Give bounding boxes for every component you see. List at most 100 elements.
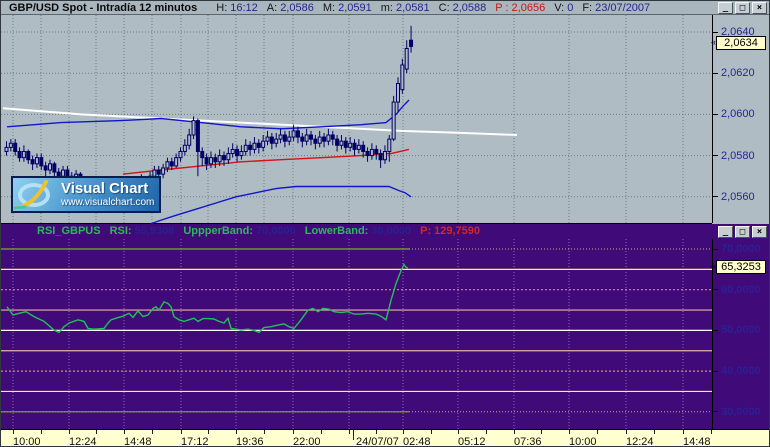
time-label: 07:36	[514, 436, 542, 447]
field-value-alert: 2,0656	[511, 2, 546, 14]
price-chart[interactable]: Visual Chart www.visualchart.com	[1, 15, 712, 224]
candle	[26, 150, 31, 161]
time-axis[interactable]: 10:00 12:24 14:48 17:12 19:36 22:00 24/07/07 02…	[1, 429, 769, 447]
axis-tick	[713, 329, 718, 331]
session-divider-tick	[353, 430, 354, 440]
price-titlebar[interactable]: GBP/USD Spot - Intradía 12 minutos H: 16:1…	[1, 1, 769, 15]
candle	[252, 142, 257, 150]
candle	[269, 136, 274, 144]
candle	[322, 136, 327, 142]
time-tick	[208, 430, 209, 434]
candle	[8, 142, 13, 148]
candle	[204, 157, 209, 165]
time-tick	[403, 430, 404, 434]
field-label: LowerBand:	[304, 225, 369, 237]
field-label-alert: P:	[420, 225, 432, 237]
rsi-indicator-name: RSI_GBPUS	[37, 225, 101, 237]
axis-tick-label: 2,0560	[721, 190, 755, 203]
candle	[309, 134, 313, 140]
candle	[39, 157, 44, 167]
close-icon[interactable]: ×	[752, 2, 767, 14]
time-tick	[711, 430, 712, 434]
candle	[13, 142, 18, 152]
minimize-icon[interactable]: _	[718, 2, 733, 14]
time-label: 10:00	[13, 436, 41, 447]
candle	[295, 130, 300, 138]
candle	[404, 47, 409, 70]
field-label: V:	[554, 2, 565, 14]
candle	[156, 169, 161, 175]
close-icon[interactable]: ×	[752, 226, 767, 238]
time-tick	[264, 430, 265, 434]
candle	[361, 144, 366, 152]
candle	[213, 157, 218, 163]
candle	[191, 120, 196, 136]
minimize-icon[interactable]: _	[718, 226, 733, 238]
candle	[343, 140, 348, 148]
time-tick	[626, 430, 627, 434]
candle	[195, 120, 200, 152]
candle	[208, 157, 213, 165]
candle	[30, 159, 35, 165]
price-axis[interactable]: 2,0634 « 2,0640 2,0620 2,0600 2,0580 2,0560	[711, 15, 769, 223]
candle	[352, 142, 357, 150]
time-tick	[431, 430, 432, 434]
candle	[356, 144, 361, 150]
time-label: 24/07/07	[356, 436, 399, 447]
candle	[222, 155, 226, 161]
rsi-axis[interactable]: 65,3253 « 70,0000 60,0000 50,0000 40,0000 30…	[711, 239, 769, 429]
candle	[274, 138, 279, 144]
time-tick	[181, 430, 182, 434]
time-tick	[321, 430, 322, 434]
axis-tick-label: 70,0000	[721, 243, 761, 255]
candle	[330, 134, 335, 140]
time-tick	[654, 430, 655, 434]
candle	[382, 150, 387, 161]
time-label: 14:48	[683, 436, 711, 447]
field-label-alert: P :	[495, 2, 509, 14]
rsi-titlebar[interactable]: RSI_GBPUS RSI: 55,9308 UppperBand: 70,0000 Lo…	[1, 224, 769, 239]
candle	[200, 150, 205, 159]
field-label: H:	[216, 2, 228, 14]
instrument-title: GBP/USD Spot - Intradía 12 minutos	[9, 2, 198, 14]
candle	[387, 138, 392, 152]
candle	[287, 136, 292, 142]
rsi-chart[interactable]	[1, 239, 712, 429]
candle	[378, 153, 383, 161]
time-tick	[349, 430, 350, 434]
time-tick	[458, 430, 459, 434]
candle	[326, 134, 331, 142]
candle	[313, 138, 318, 144]
time-tick	[96, 430, 97, 434]
time-tick	[486, 430, 487, 434]
axis-tick-label: 30,0000	[721, 405, 761, 418]
candle	[165, 161, 170, 169]
maximize-icon[interactable]: □	[735, 226, 750, 238]
candle	[369, 148, 374, 157]
time-tick	[514, 430, 515, 434]
candle	[400, 64, 405, 91]
time-label: 02:48	[403, 436, 431, 447]
field-value: 0	[567, 2, 574, 14]
field-label: RSI:	[109, 225, 132, 237]
candle	[34, 157, 39, 165]
axis-tick	[713, 289, 718, 291]
time-label: 22:00	[293, 436, 321, 447]
candle	[17, 150, 22, 159]
time-label: 17:12	[181, 436, 209, 447]
candle	[243, 144, 248, 152]
candle	[374, 148, 379, 155]
time-label: 05:12	[458, 436, 486, 447]
maximize-icon[interactable]: □	[735, 2, 750, 14]
field-value-alert: 129,7590	[434, 225, 480, 237]
logo-url[interactable]: www.visualchart.com	[61, 197, 154, 208]
current-price-arrow-icon: «	[711, 37, 717, 48]
axis-tick-label: 50,0000	[721, 324, 761, 337]
time-tick	[293, 430, 294, 434]
candle	[21, 150, 26, 159]
time-tick	[597, 430, 598, 434]
candle	[239, 150, 244, 157]
candle	[291, 130, 296, 138]
rsi-chart-svg[interactable]	[1, 239, 712, 429]
candle	[365, 150, 370, 157]
